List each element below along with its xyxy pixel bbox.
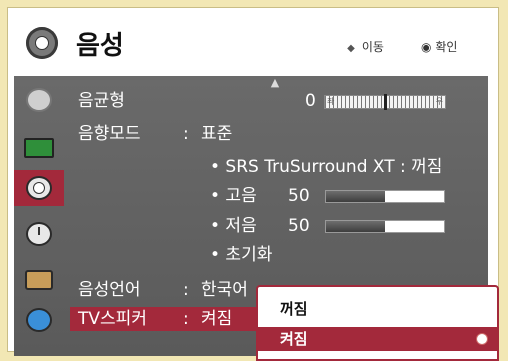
ok-button-icon: ◉ xyxy=(421,40,432,54)
audio-language-separator: : xyxy=(183,280,189,300)
sound-mode-row[interactable]: 음향모드 : 표준 xyxy=(70,123,480,145)
audio-language-label: 음성언어 xyxy=(78,280,141,300)
balance-label: 음균형 xyxy=(78,91,125,111)
balance-slider[interactable]: 좌 우 xyxy=(324,94,446,110)
balance-right-mark: 우 xyxy=(435,97,443,106)
sound-mode-separator: : xyxy=(183,124,189,144)
sidebar-item-option[interactable] xyxy=(14,262,64,298)
sidebar-item-time[interactable] xyxy=(14,216,64,252)
tv-speaker-separator: : xyxy=(183,309,189,329)
option-on[interactable]: 켜짐 xyxy=(258,327,497,351)
page-title: 음성 xyxy=(76,31,124,61)
treble-label: • 고음 xyxy=(210,186,257,206)
globe-icon xyxy=(26,308,52,332)
balance-knob[interactable] xyxy=(384,94,387,110)
option-on-label: 켜짐 xyxy=(280,330,308,348)
tv-speaker-value: 켜짐 xyxy=(201,309,233,329)
treble-row[interactable]: • 고음 50 xyxy=(70,185,480,207)
briefcase-icon xyxy=(25,270,53,290)
treble-fill xyxy=(326,191,385,202)
bass-row[interactable]: • 저음 50 xyxy=(70,215,480,237)
balance-row[interactable]: 음균형 0 좌 우 xyxy=(70,90,480,112)
menu-header: 음성 ◆ 이동 ◉ 확인 xyxy=(14,10,492,76)
sound-mode-value: 표준 xyxy=(201,124,233,144)
balance-value: 0 xyxy=(305,91,316,111)
sidebar-item-picture[interactable] xyxy=(14,130,64,166)
satellite-dish-icon xyxy=(26,88,52,112)
speaker-icon xyxy=(26,176,52,200)
sound-mode-label: 음향모드 xyxy=(78,124,141,144)
bass-bar[interactable] xyxy=(325,220,445,233)
category-sidebar xyxy=(14,76,64,346)
reset-label: • 초기화 xyxy=(210,245,273,265)
bass-label: • 저음 xyxy=(210,216,257,236)
sidebar-item-channel[interactable] xyxy=(14,82,64,118)
reset-row[interactable]: • 초기화 xyxy=(70,244,480,266)
audio-language-value: 한국어 xyxy=(201,280,248,300)
monitor-icon xyxy=(24,138,54,158)
sidebar-item-lock[interactable] xyxy=(14,302,64,338)
ok-hint-label: 확인 xyxy=(435,40,458,54)
bass-fill xyxy=(326,221,385,232)
speaker-icon xyxy=(26,27,58,59)
srs-setting: • SRS TruSurround XT : 꺼짐 xyxy=(210,157,443,177)
treble-bar[interactable] xyxy=(325,190,445,203)
move-hint-label: 이동 xyxy=(361,40,384,54)
treble-value: 50 xyxy=(288,186,310,206)
clock-icon xyxy=(26,222,52,246)
scroll-up-icon[interactable]: ▲ xyxy=(70,76,480,89)
bass-value: 50 xyxy=(288,216,310,236)
move-hint: ◆ 이동 xyxy=(344,38,384,55)
option-off[interactable]: 꺼짐 xyxy=(258,297,497,321)
tv-speaker-label: TV스피커 xyxy=(78,309,147,329)
dpad-icon: ◆ xyxy=(347,43,355,54)
sidebar-item-audio[interactable] xyxy=(14,170,64,206)
radio-selected-icon xyxy=(477,334,487,344)
balance-left-mark: 좌 xyxy=(327,97,335,106)
ok-hint: ◉ 확인 xyxy=(421,38,457,55)
option-off-label: 꺼짐 xyxy=(280,300,308,318)
srs-row[interactable]: • SRS TruSurround XT : 꺼짐 xyxy=(70,156,480,178)
speaker-options-popup: 꺼짐 켜짐 xyxy=(256,285,499,361)
